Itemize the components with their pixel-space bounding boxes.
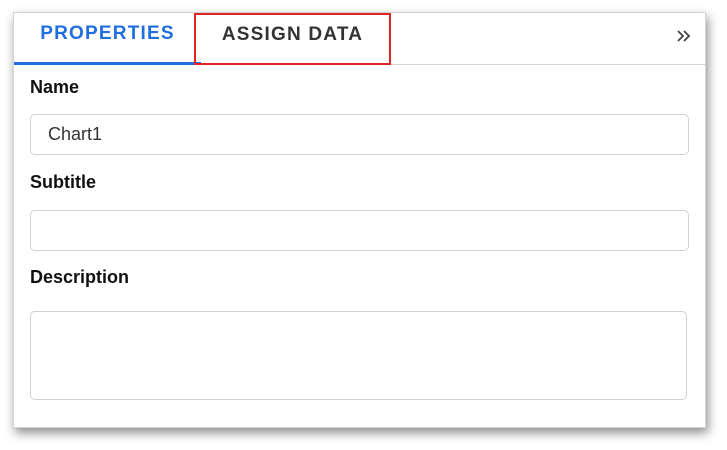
tab-bar: PROPERTIES ASSIGN DATA (14, 13, 705, 65)
properties-panel: PROPERTIES ASSIGN DATA Name Subtitle Des… (13, 12, 706, 428)
tab-assign-data[interactable]: ASSIGN DATA (194, 13, 391, 65)
name-label: Name (30, 77, 80, 97)
subtitle-label: Subtitle (30, 172, 96, 192)
tab-properties[interactable]: PROPERTIES (14, 13, 201, 65)
subtitle-input[interactable] (30, 210, 689, 251)
double-chevron-right-icon[interactable] (675, 27, 693, 45)
description-textarea[interactable] (30, 311, 687, 400)
name-input[interactable] (30, 114, 689, 155)
description-label: Description (30, 267, 130, 287)
